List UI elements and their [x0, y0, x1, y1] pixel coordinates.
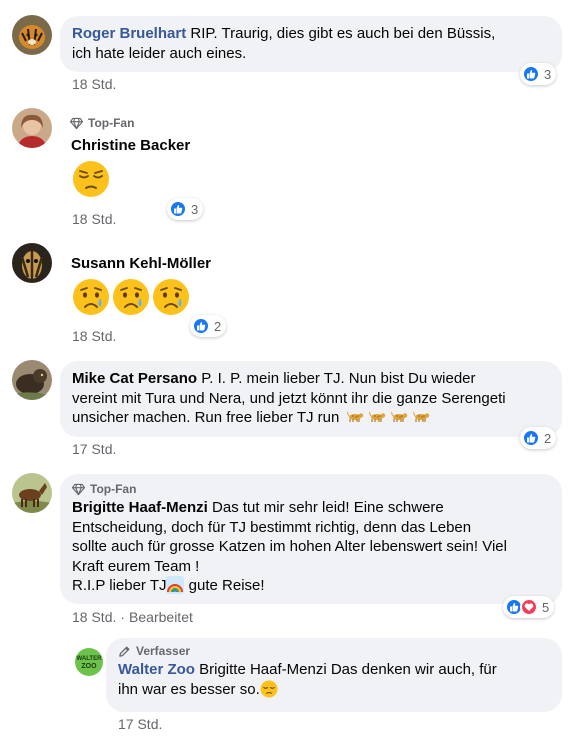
like-icon	[522, 65, 540, 83]
comment-text: gute Reise!	[184, 577, 265, 594]
comment-author[interactable]: Mike Cat Persano	[72, 370, 197, 387]
edited-label[interactable]: Bearbeitet	[129, 609, 193, 625]
diamond-icon	[72, 483, 85, 495]
reply-meta: 17 Std.	[118, 715, 162, 733]
author-badge: Verfasser	[118, 644, 550, 658]
comment-text: Kraft eurem Team !	[72, 557, 200, 575]
reaction-count: 2	[544, 430, 552, 446]
sad-relieved-face-icon	[73, 279, 109, 315]
comment-text: R.I.P lieber TJ	[72, 577, 167, 594]
avatar[interactable]	[12, 243, 52, 283]
comment-text: vereint mit Tura und Nera, und jetzt kön…	[72, 389, 506, 407]
reaction-summary[interactable]: 3	[167, 198, 204, 220]
leopard-emoji-group	[346, 409, 432, 426]
like-icon	[192, 317, 210, 335]
reaction-summary[interactable]: 5	[503, 596, 555, 618]
like-icon	[169, 200, 187, 218]
reply-text: Brigitte Haaf-Menzi Das denken wir auch,…	[199, 661, 497, 678]
avatar[interactable]	[12, 108, 52, 148]
comment-author[interactable]: Brigitte Haaf-Menzi	[72, 499, 208, 516]
top-fan-badge: Top-Fan	[72, 482, 550, 496]
timestamp[interactable]: 18 Std.	[72, 609, 116, 625]
comment-bubble: Top-Fan Brigitte Haaf-Menzi Das tut mir …	[60, 474, 562, 604]
pensive-face-icon	[73, 161, 109, 197]
timestamp[interactable]: 17 Std.	[118, 716, 162, 732]
badge-label: Top-Fan	[90, 482, 137, 496]
comment-text: RIP. Traurig, dies gibt es auch bei den …	[190, 25, 496, 42]
avatar[interactable]	[12, 473, 52, 513]
comment-text: unsicher machen. Run free lieber TJ run	[72, 409, 340, 426]
comment-meta: 18 Std. · Bearbeitet	[72, 608, 193, 626]
leopard-icon	[413, 411, 430, 422]
reaction-summary[interactable]: 2	[190, 315, 227, 337]
reaction-count: 3	[544, 66, 552, 82]
badge-label: Verfasser	[136, 644, 191, 658]
timestamp[interactable]: 18 Std.	[72, 211, 116, 227]
like-icon	[522, 429, 540, 447]
comment-author-row: Susann Kehl-Möller	[71, 254, 211, 274]
comment-emoji-row	[72, 278, 190, 316]
avatar[interactable]	[12, 360, 52, 400]
reply-bubble: Verfasser Walter Zoo Brigitte Haaf-Menzi…	[106, 638, 562, 712]
reaction-summary[interactable]: 3	[520, 63, 557, 85]
comment-text: ich hate leider auch eines.	[72, 44, 247, 62]
avatar[interactable]: WALTER ZOO	[73, 646, 105, 678]
comment-text: sollte auch für grosse Katzen im hohen A…	[72, 538, 507, 555]
svg-text:WALTER: WALTER	[77, 656, 103, 662]
reply-text: ihn war es besser so.	[118, 680, 260, 698]
comment-meta: 18 Std.	[72, 75, 116, 93]
badge-label: Top-Fan	[88, 116, 135, 130]
sad-relieved-face-icon	[153, 279, 189, 315]
pensive-face-icon	[260, 679, 278, 698]
leopard-icon	[346, 411, 363, 422]
timestamp[interactable]: 18 Std.	[72, 76, 116, 92]
comment-meta: 18 Std.	[72, 327, 116, 345]
separator-dot: ·	[120, 609, 126, 625]
comment-emoji-row	[72, 160, 110, 198]
comment-text: Entscheidung, doch für TJ bestimmt richt…	[72, 518, 472, 536]
rainbow-icon	[166, 576, 185, 594]
comment-text: P. I. P. mein lieber TJ. Nun bist Du wie…	[201, 370, 476, 387]
svg-text:ZOO: ZOO	[81, 663, 97, 670]
reply-author[interactable]: Walter Zoo	[118, 661, 195, 678]
reaction-summary[interactable]: 2	[520, 427, 557, 449]
comment-bubble: Mike Cat Persano P. I. P. mein lieber TJ…	[60, 361, 562, 437]
leopard-icon	[368, 411, 385, 422]
comment-bubble: Roger Bruelhart RIP. Traurig, dies gibt …	[60, 16, 562, 72]
timestamp[interactable]: 18 Std.	[72, 328, 116, 344]
reaction-count: 5	[542, 599, 550, 615]
diamond-icon	[70, 117, 83, 129]
pencil-icon	[119, 646, 130, 657]
comment-meta: 18 Std.	[72, 210, 116, 228]
comment-author[interactable]: Christine Backer	[71, 137, 190, 154]
top-fan-badge: Top-Fan	[70, 116, 134, 130]
heart-icon	[520, 598, 538, 616]
sad-relieved-face-icon	[113, 279, 149, 315]
leopard-icon	[391, 411, 408, 422]
comment-author[interactable]: Susann Kehl-Möller	[71, 255, 211, 272]
comment-author-row: Christine Backer	[71, 136, 190, 156]
timestamp[interactable]: 17 Std.	[72, 441, 116, 457]
reaction-count: 3	[191, 201, 199, 217]
comment-meta: 17 Std.	[72, 440, 116, 458]
comment-text: Das tut mir sehr leid! Eine schwere	[212, 499, 444, 516]
reaction-count: 2	[214, 318, 222, 334]
comment-author[interactable]: Roger Bruelhart	[72, 25, 186, 42]
avatar[interactable]	[12, 15, 52, 55]
